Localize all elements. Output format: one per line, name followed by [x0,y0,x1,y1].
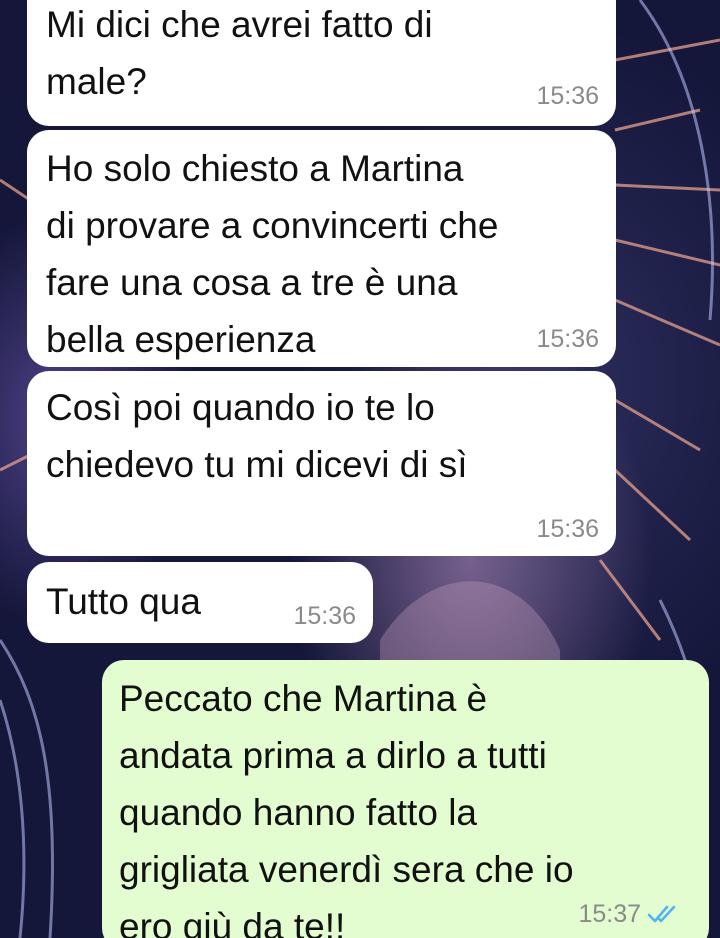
message-bubble-incoming[interactable]: Ho solo chiesto a Martina di provare a c… [27,130,616,367]
message-timestamp: 15:37 [578,900,641,928]
double-check-read-icon [647,905,676,923]
message-timestamp: 15:36 [293,602,356,630]
message-text: Peccato che Martina è andata prima a dir… [119,678,574,938]
chat-area[interactable]: Mi dici che avrei fatto di male? 15:36 H… [0,0,720,938]
message-bubble-outgoing[interactable]: Peccato che Martina è andata prima a dir… [102,660,709,938]
message-text: Tutto qua [46,581,201,622]
message-text: Così poi quando io te lo chiedevo tu mi … [46,387,468,485]
message-bubble-incoming[interactable]: Tutto qua 15:36 [27,562,373,643]
message-text: Ho solo chiesto a Martina di provare a c… [46,148,499,360]
message-timestamp: 15:36 [536,82,599,110]
message-text: Mi dici che avrei fatto di male? [46,4,433,102]
message-bubble-incoming[interactable]: Mi dici che avrei fatto di male? 15:36 [27,0,616,126]
message-bubble-incoming[interactable]: Così poi quando io te lo chiedevo tu mi … [27,371,616,556]
message-timestamp: 15:36 [536,515,599,543]
message-timestamp: 15:36 [536,325,599,353]
